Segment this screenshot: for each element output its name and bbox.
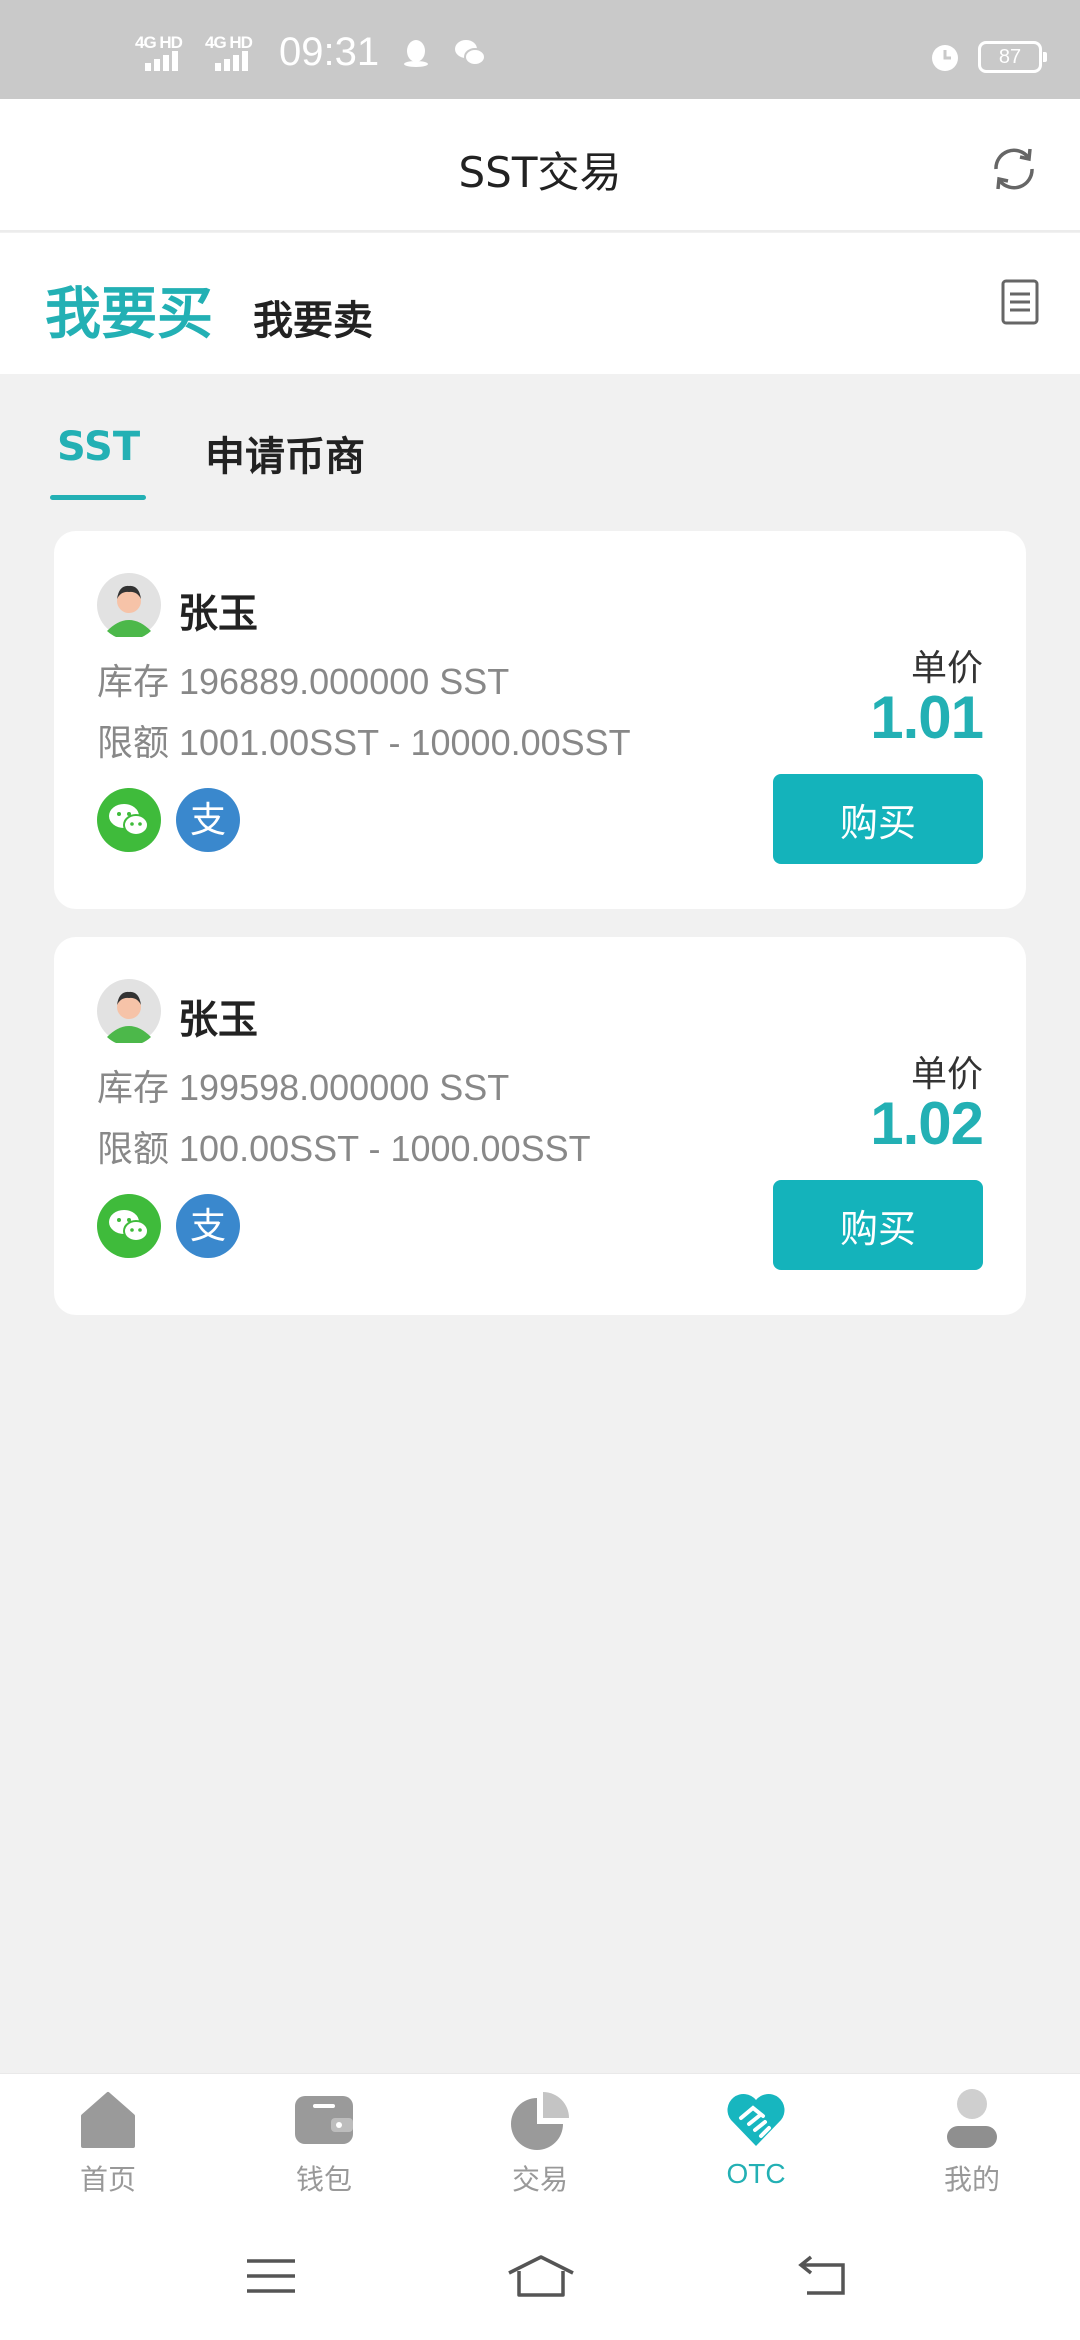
nav-label: 钱包 [295, 2163, 352, 2196]
active-tab-indicator [50, 495, 146, 500]
wechat-icon [455, 39, 487, 66]
nav-label: 我的 [943, 2163, 1000, 2196]
stock-amount: 库存 199598.000000 SST [97, 1067, 510, 1108]
wechat-pay-icon [97, 1194, 161, 1258]
status-bar: 4G HD 4G HD 09:31 87 [0, 0, 1080, 99]
signal-icon: 4G HD [135, 33, 193, 73]
signal-icon-2: 4G HD [205, 33, 263, 73]
tab-sst[interactable]: SST [57, 424, 140, 470]
coin-tabs: SST 申请币商 [0, 374, 1080, 504]
network-type-label-2: 4G HD [205, 32, 253, 52]
trade-direction-tabs: 我要买 我要卖 [0, 233, 1080, 374]
unit-price: 1.01 [870, 684, 984, 751]
nav-label: 首页 [79, 2163, 136, 2196]
refresh-icon[interactable] [986, 141, 1042, 197]
page-title: SST交易 [458, 148, 622, 197]
alipay-icon: 支 [176, 1194, 240, 1258]
bottom-navigation: 首页 钱包 交易 OTC 我的 [0, 2073, 1080, 2213]
merchant-name: 张玉 [178, 997, 258, 1043]
tab-sell[interactable]: 我要卖 [253, 288, 373, 346]
qq-icon [404, 39, 429, 67]
nav-label: OTC [726, 2158, 786, 2189]
buy-button[interactable]: 购买 [773, 1180, 983, 1270]
stock-amount: 库存 196889.000000 SST [97, 661, 510, 702]
document-icon[interactable] [1000, 278, 1040, 326]
tab-buy[interactable]: 我要买 [45, 269, 213, 350]
system-navigation-bar [0, 2213, 1080, 2340]
tab-apply-merchant[interactable]: 申请币商 [205, 424, 365, 482]
limit-range: 限额 100.00SST - 1000.00SST [97, 1128, 591, 1169]
network-type-label: 4G HD [135, 32, 183, 52]
profile-icon [947, 2089, 997, 2148]
avatar [97, 979, 161, 1043]
battery-indicator: 87 [978, 41, 1047, 73]
clock: 09:31 [279, 30, 380, 74]
battery-level: 87 [998, 45, 1022, 68]
nav-profile[interactable]: 我的 [864, 2074, 1080, 2213]
home-button-icon[interactable] [505, 2251, 577, 2301]
pie-chart-icon [511, 2092, 569, 2150]
listing-card: 张玉 库存 199598.000000 SST 限额 100.00SST - 1… [54, 937, 1026, 1315]
merchant-name: 张玉 [178, 591, 258, 637]
back-icon[interactable] [793, 2251, 853, 2301]
wechat-pay-icon [97, 788, 161, 852]
svg-text:支: 支 [190, 800, 226, 841]
nav-otc[interactable]: OTC [648, 2074, 864, 2213]
limit-range: 限额 1001.00SST - 10000.00SST [97, 722, 631, 763]
nav-home[interactable]: 首页 [0, 2074, 216, 2213]
nav-label: 交易 [511, 2163, 568, 2196]
unit-price: 1.02 [870, 1090, 984, 1157]
alarm-icon [932, 45, 958, 71]
handshake-icon [727, 2093, 785, 2146]
menu-icon[interactable] [241, 2251, 301, 2301]
svg-text:支: 支 [190, 1206, 226, 1247]
nav-trade[interactable]: 交易 [432, 2074, 648, 2213]
alipay-icon: 支 [176, 788, 240, 852]
wallet-icon [295, 2096, 353, 2144]
home-icon [81, 2092, 135, 2148]
nav-wallet[interactable]: 钱包 [216, 2074, 432, 2213]
avatar [97, 573, 161, 637]
buy-button[interactable]: 购买 [773, 774, 983, 864]
app-header: SST交易 [0, 99, 1080, 232]
listing-card: 张玉 库存 196889.000000 SST 限额 1001.00SST - … [54, 531, 1026, 909]
